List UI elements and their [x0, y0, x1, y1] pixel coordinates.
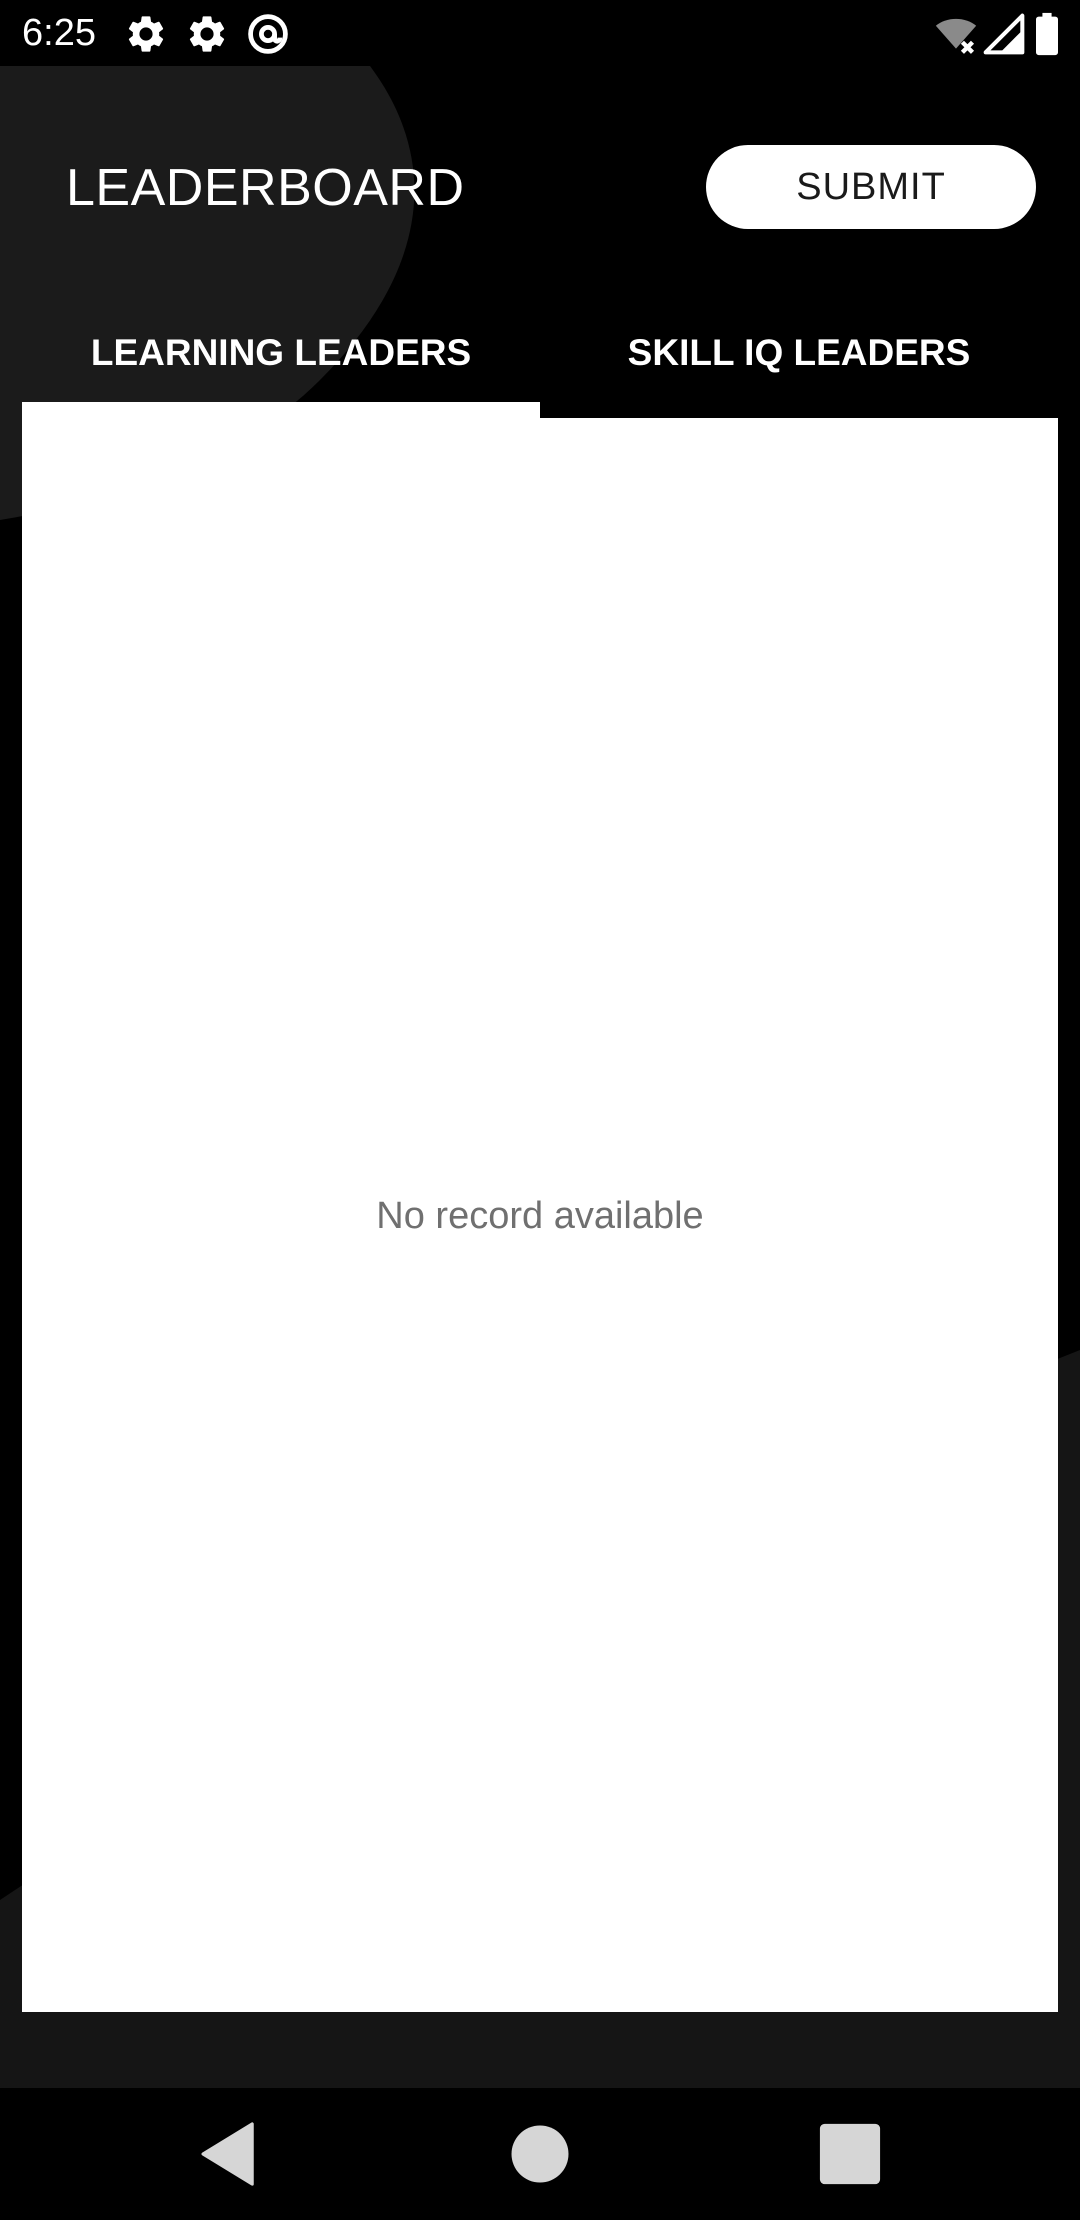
tab-selected-indicator [22, 402, 540, 418]
at-sign-icon [246, 12, 290, 56]
tab-learning-leaders[interactable]: LEARNING LEADERS [22, 318, 540, 388]
back-icon[interactable] [192, 2116, 268, 2192]
settings-icon [124, 12, 168, 56]
cellular-signal-icon [982, 12, 1026, 56]
navigation-bar [0, 2088, 1080, 2220]
status-bar: 6:25 [0, 0, 1080, 66]
settings-icon [185, 12, 229, 56]
battery-icon [1030, 12, 1064, 56]
bottom-strip [0, 2012, 1080, 2088]
recents-icon[interactable] [812, 2116, 888, 2192]
submit-button[interactable]: SUBMIT [706, 145, 1036, 229]
empty-state-message: No record available [376, 1195, 704, 1237]
status-time: 6:25 [22, 12, 96, 54]
page-title: LEADERBOARD [66, 159, 465, 217]
tab-skill-iq-leaders[interactable]: SKILL IQ LEADERS [540, 318, 1058, 388]
wifi-off-icon [932, 12, 980, 56]
home-icon[interactable] [502, 2116, 578, 2192]
